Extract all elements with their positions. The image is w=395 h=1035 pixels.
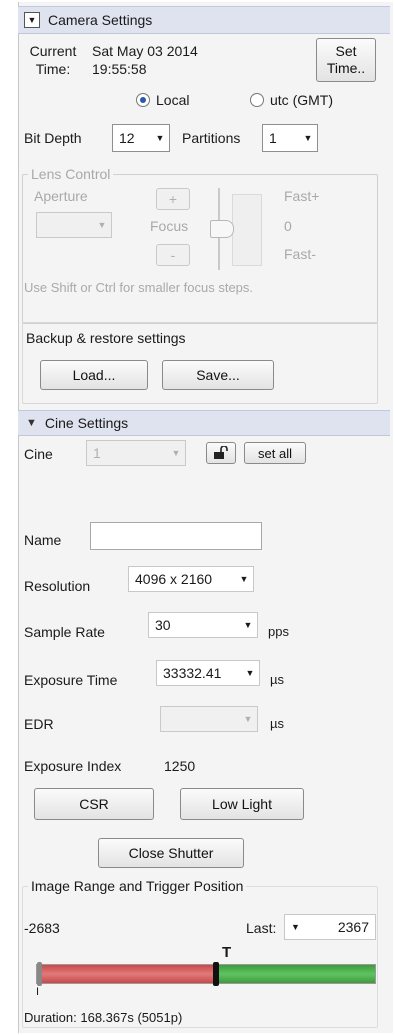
- exposure-index-value: 1250: [164, 758, 196, 774]
- cine-settings-title: Cine Settings: [44, 415, 129, 431]
- edr-label: EDR: [24, 716, 54, 732]
- edr-select[interactable]: ▼: [160, 706, 258, 732]
- set-time-label-2: Time..: [326, 60, 366, 76]
- collapse-icon[interactable]: ▼: [24, 12, 40, 28]
- start-handle[interactable]: [37, 962, 42, 986]
- sample-rate-label: Sample Rate: [24, 624, 105, 640]
- resolution-value: 4096 x 2160: [135, 571, 213, 587]
- chevron-down-icon: ▼: [155, 133, 165, 143]
- collapse-icon[interactable]: ▼: [26, 417, 37, 429]
- edr-unit: µs: [270, 716, 284, 731]
- backup-title: Backup & restore settings: [26, 330, 186, 346]
- focus-label: Focus: [150, 218, 189, 234]
- chevron-down-icon: ▼: [303, 133, 313, 143]
- fast-plus-label: Fast+: [284, 188, 320, 204]
- bit-depth-label: Bit Depth: [24, 130, 82, 146]
- resolution-label: Resolution: [24, 578, 91, 594]
- duration-text: Duration: 168.367s (5051p): [24, 1010, 183, 1025]
- current-time-value: Sat May 03 2014 19:55:58: [92, 42, 198, 78]
- radio-utc-indicator[interactable]: [250, 93, 264, 107]
- csr-button[interactable]: CSR: [34, 788, 154, 820]
- trigger-marker: T: [222, 944, 232, 961]
- chevron-down-icon: ▼: [171, 448, 181, 458]
- trigger-handle[interactable]: [213, 962, 220, 986]
- last-label: Last:: [246, 920, 277, 936]
- focus-slider-handle[interactable]: [210, 220, 234, 238]
- chevron-down-icon: ▼: [291, 922, 300, 932]
- exposure-time-select[interactable]: 33332.41 ▼: [156, 660, 260, 686]
- chevron-down-icon: ▼: [243, 620, 253, 630]
- exposure-time-value: 33332.41: [163, 665, 222, 681]
- save-button[interactable]: Save...: [162, 360, 274, 390]
- range-bar[interactable]: [36, 962, 376, 986]
- cine-settings-header[interactable]: ▼ Cine Settings: [18, 410, 390, 436]
- camera-settings-header[interactable]: ▼ Camera Settings: [18, 6, 390, 34]
- current-time-label: Current Time:: [26, 42, 80, 78]
- set-time-label-1: Set: [335, 43, 357, 59]
- partitions-select[interactable]: 1 ▼: [262, 124, 318, 152]
- cine-select[interactable]: 1 ▼: [86, 440, 186, 466]
- radio-utc-label: utc (GMT): [270, 92, 333, 108]
- last-value: 2367: [337, 919, 369, 935]
- date-value: Sat May 03 2014: [92, 43, 198, 59]
- name-label: Name: [24, 532, 62, 548]
- image-range-group: [22, 886, 378, 1028]
- current-label: Current: [29, 43, 77, 59]
- sample-rate-value: 30: [155, 617, 171, 633]
- aperture-label: Aperture: [34, 188, 88, 204]
- bit-depth-select[interactable]: 12 ▼: [112, 124, 170, 152]
- focus-minus-button[interactable]: -: [156, 244, 190, 266]
- name-field[interactable]: [90, 522, 262, 550]
- chevron-down-icon: ▼: [239, 574, 249, 584]
- cine-label: Cine: [24, 446, 53, 462]
- close-shutter-button[interactable]: Close Shutter: [98, 838, 244, 868]
- cine-value: 1: [93, 445, 101, 461]
- unlock-icon: [214, 446, 228, 459]
- sample-rate-unit: pps: [268, 624, 289, 639]
- lens-control-title: Lens Control: [28, 166, 114, 182]
- time-label: Time:: [35, 61, 71, 77]
- last-field[interactable]: ▼ 2367: [284, 914, 376, 940]
- set-all-button[interactable]: set all: [244, 442, 306, 464]
- bit-depth-value: 12: [119, 130, 135, 146]
- lock-button[interactable]: [206, 442, 236, 464]
- low-light-button[interactable]: Low Light: [180, 788, 304, 820]
- partitions-value: 1: [269, 130, 277, 146]
- chevron-down-icon: ▼: [243, 714, 253, 724]
- resolution-select[interactable]: 4096 x 2160 ▼: [128, 566, 254, 592]
- camera-settings-title: Camera Settings: [48, 12, 153, 28]
- image-range-title: Image Range and Trigger Position: [28, 878, 247, 894]
- load-button[interactable]: Load...: [40, 360, 148, 390]
- focus-slider-scale: [232, 194, 262, 266]
- partitions-label: Partitions: [182, 130, 241, 146]
- radio-local-indicator[interactable]: [136, 93, 150, 107]
- fast-minus-label: Fast-: [284, 246, 316, 262]
- time-value: 19:55:58: [92, 61, 147, 77]
- pre-trigger-range: [37, 965, 217, 983]
- radio-local-label: Local: [156, 92, 190, 108]
- zero-label: 0: [284, 218, 292, 234]
- aperture-select[interactable]: ▼: [36, 212, 112, 238]
- focus-plus-button[interactable]: +: [156, 188, 190, 210]
- chevron-down-icon: ▼: [245, 668, 255, 678]
- sample-rate-select[interactable]: 30 ▼: [148, 612, 258, 638]
- post-trigger-range: [216, 965, 375, 983]
- focus-hint: Use Shift or Ctrl for smaller focus step…: [24, 280, 254, 295]
- radio-local[interactable]: Local: [136, 92, 189, 108]
- exposure-time-unit: µs: [270, 672, 284, 687]
- start-marker: I: [36, 986, 40, 998]
- set-time-button[interactable]: Set Time..: [316, 38, 376, 82]
- exposure-index-label: Exposure Index: [24, 758, 122, 774]
- radio-utc[interactable]: utc (GMT): [250, 92, 333, 108]
- chevron-down-icon: ▼: [97, 220, 107, 230]
- first-image-value: -2683: [24, 920, 60, 936]
- exposure-time-label: Exposure Time: [24, 672, 118, 688]
